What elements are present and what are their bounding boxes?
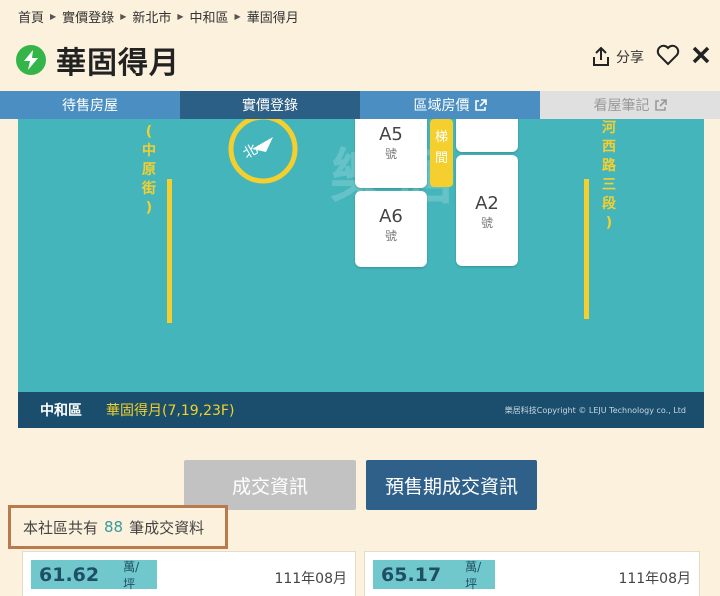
- road-left: [167, 179, 172, 323]
- compass-icon: [228, 119, 298, 184]
- tab-label: 區域房價: [413, 98, 470, 114]
- tab-label: 實價登錄: [242, 98, 298, 114]
- stairwell-label: 梯間: [434, 130, 448, 166]
- share-button[interactable]: 分享: [592, 47, 644, 67]
- stairwell: 梯間: [430, 119, 453, 187]
- breadcrumb-community[interactable]: 華固得月: [247, 7, 299, 26]
- unit-id: A6: [379, 206, 403, 227]
- lightning-icon: [16, 45, 46, 75]
- transaction-date: 111年08月: [274, 571, 347, 587]
- close-button[interactable]: [692, 46, 710, 68]
- heart-icon: [656, 44, 680, 66]
- count-suffix: 筆成交資料: [129, 518, 205, 537]
- unit-number-label: 號: [480, 216, 493, 230]
- tab-for-sale[interactable]: 待售房屋: [0, 91, 180, 119]
- road-right-label: 河西路三段): [602, 120, 616, 231]
- unit-id: A2: [475, 193, 499, 214]
- chevron-right-icon: ▶: [120, 12, 127, 21]
- unit-a6[interactable]: A6 號: [355, 191, 427, 267]
- breadcrumb: 首頁 ▶ 實價登錄 ▶ 新北市 ▶ 中和區 ▶ 華固得月: [18, 7, 299, 26]
- chevron-right-icon: ▶: [50, 12, 57, 21]
- share-icon: [593, 47, 609, 66]
- unit-a5[interactable]: A5 號: [355, 119, 427, 188]
- chevron-right-icon: ▶: [177, 12, 184, 21]
- tab-label: 待售房屋: [62, 98, 118, 114]
- tab-bar: 待售房屋 實價登錄 區域房價 看屋筆記: [0, 91, 720, 119]
- footer-building: 華固得月(7,19,23F): [106, 403, 235, 419]
- count-value: 88: [104, 518, 124, 536]
- tab-viewing-notes[interactable]: 看屋筆記: [540, 91, 720, 119]
- footer-district: 中和區: [40, 403, 82, 419]
- road-right-name: 河西路三段: [602, 120, 616, 212]
- unit-number-label: 號: [384, 229, 397, 243]
- transaction-date: 111年08月: [618, 571, 691, 587]
- close-icon: [692, 46, 710, 64]
- breadcrumb-price-registry[interactable]: 實價登錄: [62, 7, 114, 26]
- price-unit: 萬/坪: [123, 559, 140, 591]
- map-footer: 中和區 華固得月(7,19,23F) 樂居科技Copyright © LEJU …: [18, 392, 704, 428]
- floor-plan-map[interactable]: 樂居 (中原街) 河西路三段) 北 A5 號 梯間 A6 號 A2 號 中和區 …: [18, 119, 704, 428]
- tab-price-registry[interactable]: 實價登錄: [180, 91, 360, 119]
- price-value: 61.62: [39, 563, 100, 586]
- deal-info-button[interactable]: 成交資訊: [184, 460, 356, 510]
- breadcrumb-city[interactable]: 新北市: [132, 7, 171, 26]
- tab-area-price[interactable]: 區域房價: [360, 91, 540, 119]
- unit-a1[interactable]: [456, 119, 518, 152]
- price-unit: 萬/坪: [465, 559, 482, 591]
- road-left-label: (中原街): [142, 124, 156, 216]
- price-badge: 65.17 萬/坪: [373, 559, 495, 591]
- price-badge: 61.62 萬/坪: [31, 559, 157, 591]
- unit-number-label: 號: [384, 147, 397, 161]
- share-label: 分享: [616, 50, 644, 66]
- presale-deal-info-button[interactable]: 預售期成交資訊: [366, 460, 537, 510]
- price-value: 65.17: [381, 563, 442, 586]
- transaction-card[interactable]: 61.62 萬/坪 111年08月: [22, 551, 356, 596]
- transaction-card[interactable]: 65.17 萬/坪 111年08月: [364, 551, 700, 596]
- chevron-right-icon: ▶: [234, 12, 241, 21]
- count-prefix: 本社區共有: [23, 518, 99, 537]
- unit-a2[interactable]: A2 號: [456, 155, 518, 266]
- external-link-icon: [474, 98, 487, 111]
- external-link-icon: [654, 98, 667, 111]
- tab-label: 看屋筆記: [593, 98, 650, 114]
- transaction-count: 本社區共有 88 筆成交資料: [8, 505, 228, 549]
- unit-id: A5: [379, 124, 403, 145]
- footer-copyright: 樂居科技Copyright © LEJU Technology co., Ltd: [504, 406, 686, 415]
- header-actions: 分享: [592, 44, 710, 70]
- road-right: [584, 179, 589, 319]
- breadcrumb-home[interactable]: 首頁: [18, 7, 44, 26]
- favorite-button[interactable]: [656, 44, 680, 70]
- road-left-name: 中原街: [142, 143, 156, 197]
- title-row: 華固得月: [16, 38, 180, 82]
- page-title: 華固得月: [56, 46, 180, 81]
- breadcrumb-district[interactable]: 中和區: [190, 7, 229, 26]
